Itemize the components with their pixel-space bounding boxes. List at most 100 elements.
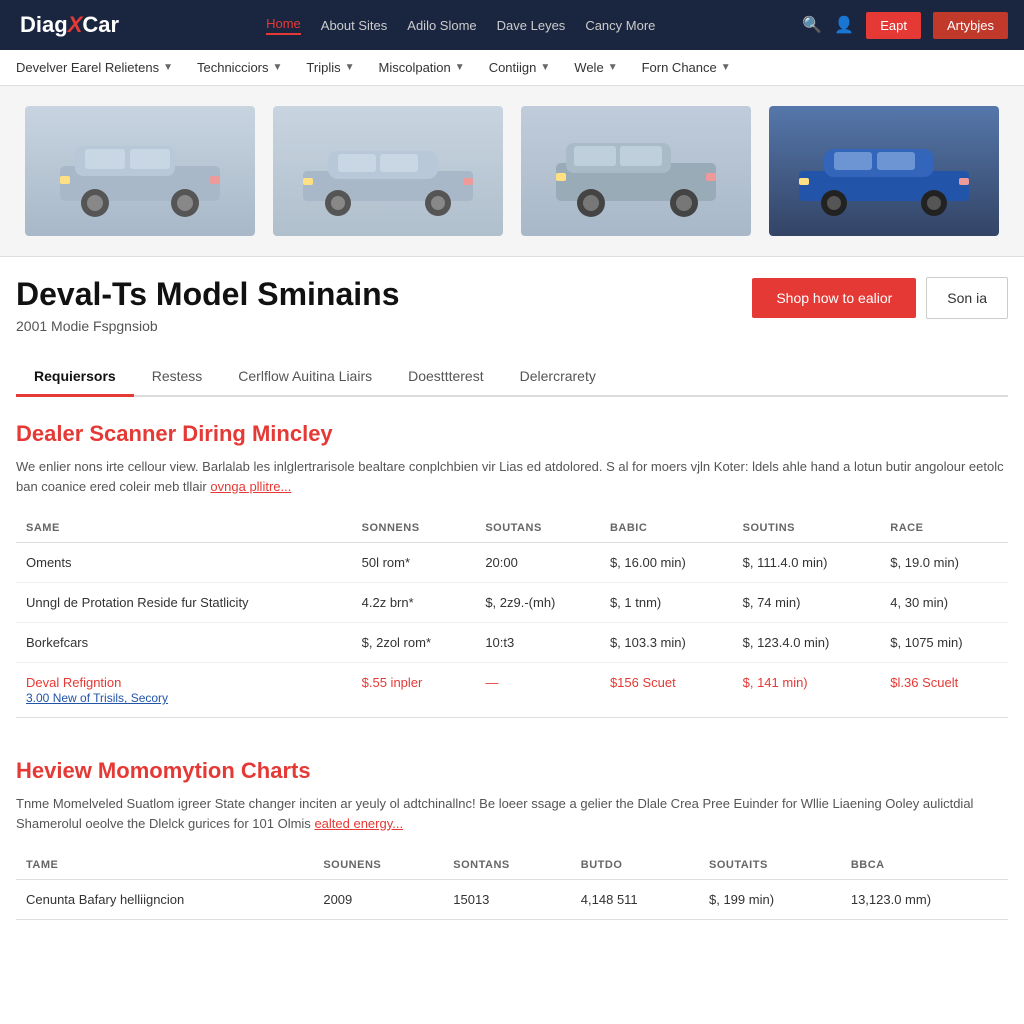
secondary-nav-item-6[interactable]: Wele ▼ xyxy=(574,60,617,75)
section2-desc: Tnme Momelveled Suatlom igreer State cha… xyxy=(16,794,1008,833)
col-soutans: SOUTANS xyxy=(475,514,600,543)
search-icon[interactable]: 🔍 xyxy=(802,15,822,35)
tabs: Requiersors Restess Cerlflow Auitina Lia… xyxy=(16,358,1008,397)
section2: Heview Momomytion Charts Tnme Momelveled… xyxy=(16,758,1008,920)
col2-sounens: SOUNENS xyxy=(313,851,443,880)
cell-soutaits: $, 199 min) xyxy=(699,880,841,920)
cell-name: Borkefcars xyxy=(16,623,352,663)
cell-soutans: — xyxy=(475,663,600,718)
cell-bbca: 13,123.0 mm) xyxy=(841,880,1008,920)
nav-dave[interactable]: Dave Leyes xyxy=(497,18,566,33)
section1-desc: We enlier nons irte cellour view. Barlal… xyxy=(16,457,1008,496)
top-nav: Home About Sites Adilo Slome Dave Leyes … xyxy=(266,16,655,35)
secondary-nav-item-1[interactable]: Develver Earel Relietens ▼ xyxy=(16,60,173,75)
chevron-icon-4: ▼ xyxy=(455,62,465,73)
son-button[interactable]: Son ia xyxy=(926,277,1008,319)
cell-soutins: $, 123.4.0 min) xyxy=(733,623,881,663)
nav-adilo[interactable]: Adilo Slome xyxy=(407,18,476,33)
cell-soutans: $, 2z9.-(mh) xyxy=(475,583,600,623)
car-image-4 xyxy=(769,106,999,236)
logo:  DiagXCar xyxy=(16,12,119,38)
top-header:  DiagXCar Home About Sites Adilo Slome … xyxy=(0,0,1024,50)
chevron-icon-6: ▼ xyxy=(608,62,618,73)
logo-text: DiagXCar xyxy=(20,12,119,38)
col-sonnens: SONNENS xyxy=(352,514,476,543)
tab-doesttterest[interactable]: Doesttterest xyxy=(390,358,501,397)
col-babic: BABIC xyxy=(600,514,733,543)
main-content: Deval-Ts Model Sminains 2001 Modie Fspgn… xyxy=(0,257,1024,980)
cell-butdo: 4,148 511 xyxy=(571,880,699,920)
tab-restess[interactable]: Restess xyxy=(134,358,221,397)
chevron-icon-7: ▼ xyxy=(721,62,731,73)
row-link[interactable]: 3.00 New of Trisils, Secory xyxy=(26,691,168,705)
secondary-nav-item-2[interactable]: Technicciors ▼ xyxy=(197,60,282,75)
secondary-nav: Develver Earel Relietens ▼ Technicciors … xyxy=(0,50,1024,86)
section1-link[interactable]: ovnga pllitre... xyxy=(210,479,291,494)
tab-requiersors[interactable]: Requiersors xyxy=(16,358,134,397)
cell-name: Unngl de Protation Reside fur Statlicity xyxy=(16,583,352,623)
table-row: Cenunta Bafary helliigncion2009150134,14… xyxy=(16,880,1008,920)
cell-sontans: 15013 xyxy=(443,880,571,920)
col2-tame: TAME xyxy=(16,851,313,880)
col-soutins: SOUTINS xyxy=(733,514,881,543)
car-gallery xyxy=(0,86,1024,257)
cell-name: Oments xyxy=(16,543,352,583)
col2-sontans: SONTANS xyxy=(443,851,571,880)
page-title: Deval-Ts Model Sminains xyxy=(16,277,400,312)
cell-sonnens: 50l rom* xyxy=(352,543,476,583)
table-row: Deval Refigntion3.00 New of Trisils, Sec… xyxy=(16,663,1008,718)
page-subtitle: 2001 Modie Fspgnsiob xyxy=(16,318,400,334)
col2-bbca: BBCA xyxy=(841,851,1008,880)
section2-link[interactable]: ealted energy... xyxy=(314,816,403,831)
cell-race: 4, 30 min) xyxy=(880,583,1008,623)
col2-butdo: BUTDO xyxy=(571,851,699,880)
top-icons: 🔍 👤 Eapt Artybjes xyxy=(802,12,1008,39)
register-button[interactable]: Artybjes xyxy=(933,12,1008,39)
section1: Dealer Scanner Diring Mincley We enlier … xyxy=(16,421,1008,718)
page-title-section: Deval-Ts Model Sminains 2001 Modie Fspgn… xyxy=(16,277,1008,334)
login-button[interactable]: Eapt xyxy=(866,12,921,39)
chevron-icon-2: ▼ xyxy=(273,62,283,73)
table-row: Oments50l rom*20:00$, 16.00 min)$, 111.4… xyxy=(16,543,1008,583)
cell-soutins: $, 141 min) xyxy=(733,663,881,718)
nav-cancy[interactable]: Cancy More xyxy=(585,18,655,33)
secondary-nav-item-5[interactable]: Contiign ▼ xyxy=(489,60,551,75)
secondary-nav-item-3[interactable]: Triplis ▼ xyxy=(306,60,354,75)
secondary-nav-item-4[interactable]: Miscolpation ▼ xyxy=(379,60,465,75)
chevron-icon-1: ▼ xyxy=(163,62,173,73)
cell-sounens: 2009 xyxy=(313,880,443,920)
car-image-3 xyxy=(521,106,751,236)
cell-sonnens: $.55 inpler xyxy=(352,663,476,718)
cell-babic: $, 1 tnm) xyxy=(600,583,733,623)
cell-soutans: 10:t3 xyxy=(475,623,600,663)
cell-soutins: $, 111.4.0 min) xyxy=(733,543,881,583)
cell-race: $, 19.0 min) xyxy=(880,543,1008,583)
cell-babic: $, 103.3 min) xyxy=(600,623,733,663)
user-icon[interactable]: 👤 xyxy=(834,15,854,35)
cell-soutans: 20:00 xyxy=(475,543,600,583)
cell-sonnens: 4.2z brn* xyxy=(352,583,476,623)
table-row: Unngl de Protation Reside fur Statlicity… xyxy=(16,583,1008,623)
col-same: SAME xyxy=(16,514,352,543)
cell-babic: $156 Scuet xyxy=(600,663,733,718)
col-race: RACE xyxy=(880,514,1008,543)
cell-soutins: $, 74 min) xyxy=(733,583,881,623)
chevron-icon-5: ▼ xyxy=(540,62,550,73)
table-row: Borkefcars$, 2zol rom*10:t3$, 103.3 min)… xyxy=(16,623,1008,663)
chevron-icon-3: ▼ xyxy=(345,62,355,73)
cell-race: $l.36 Scuelt xyxy=(880,663,1008,718)
title-actions: Shop how to ealior Son ia xyxy=(752,277,1008,319)
col2-soutaits: SOUTAITS xyxy=(699,851,841,880)
nav-about[interactable]: About Sites xyxy=(321,18,388,33)
section2-title: Heview Momomytion Charts xyxy=(16,758,1008,784)
tab-delercrarety[interactable]: Delercrarety xyxy=(502,358,614,397)
cell-race: $, 1075 min) xyxy=(880,623,1008,663)
car-image-2 xyxy=(273,106,503,236)
section1-table: SAME SONNENS SOUTANS BABIC SOUTINS RACE … xyxy=(16,514,1008,718)
section1-title: Dealer Scanner Diring Mincley xyxy=(16,421,1008,447)
title-block: Deval-Ts Model Sminains 2001 Modie Fspgn… xyxy=(16,277,400,334)
nav-home[interactable]: Home xyxy=(266,16,301,35)
tab-cerlflow[interactable]: Cerlflow Auitina Liairs xyxy=(220,358,390,397)
shop-button[interactable]: Shop how to ealior xyxy=(752,278,916,318)
secondary-nav-item-7[interactable]: Forn Chance ▼ xyxy=(642,60,731,75)
